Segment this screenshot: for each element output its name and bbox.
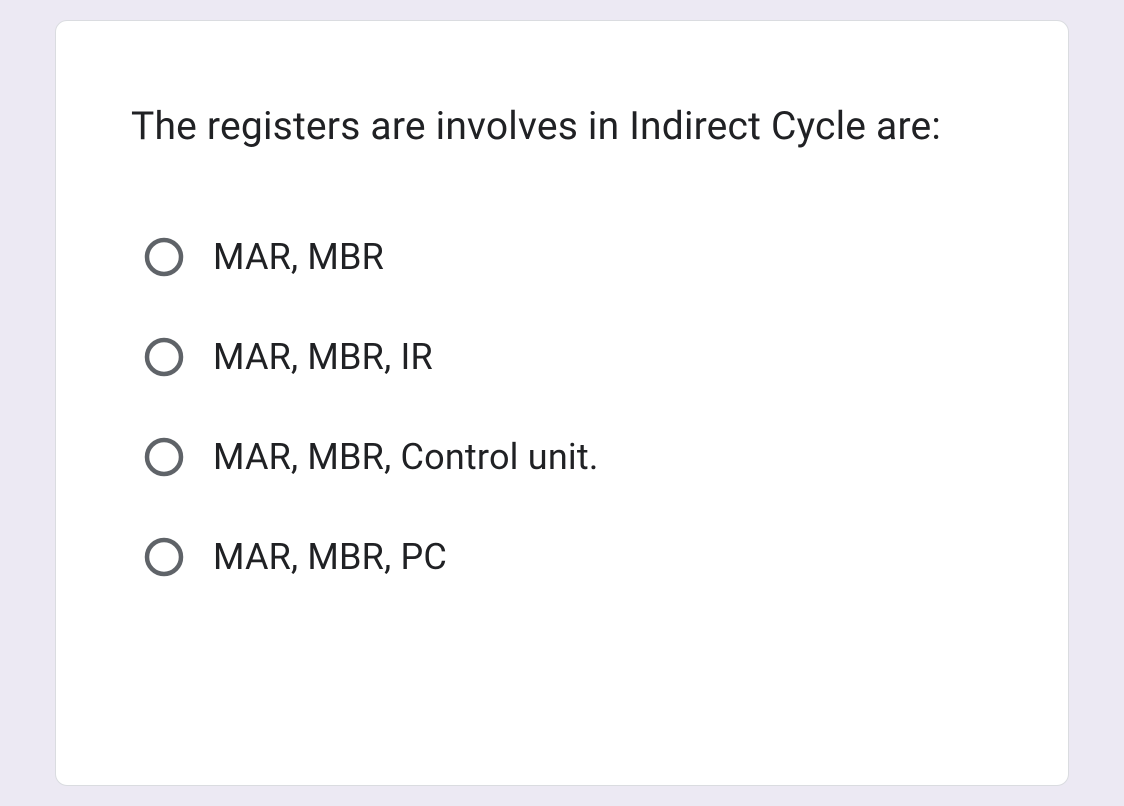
option-1[interactable]: MAR, MBR, IR: [143, 336, 993, 378]
option-label: MAR, MBR: [213, 236, 384, 278]
option-0[interactable]: MAR, MBR: [143, 236, 993, 278]
radio-unchecked-icon: [143, 536, 185, 578]
radio-unchecked-icon: [143, 236, 185, 278]
option-2[interactable]: MAR, MBR, Control unit.: [143, 436, 993, 478]
option-label: MAR, MBR, PC: [213, 536, 447, 578]
question-text: The registers are involves in Indirect C…: [131, 96, 993, 156]
options-group: MAR, MBR MAR, MBR, IR MAR, MBR, Control …: [131, 236, 993, 578]
radio-unchecked-icon: [143, 336, 185, 378]
option-3[interactable]: MAR, MBR, PC: [143, 536, 993, 578]
option-label: MAR, MBR, Control unit.: [213, 436, 599, 478]
question-card: The registers are involves in Indirect C…: [55, 20, 1069, 786]
radio-unchecked-icon: [143, 436, 185, 478]
option-label: MAR, MBR, IR: [213, 336, 433, 378]
